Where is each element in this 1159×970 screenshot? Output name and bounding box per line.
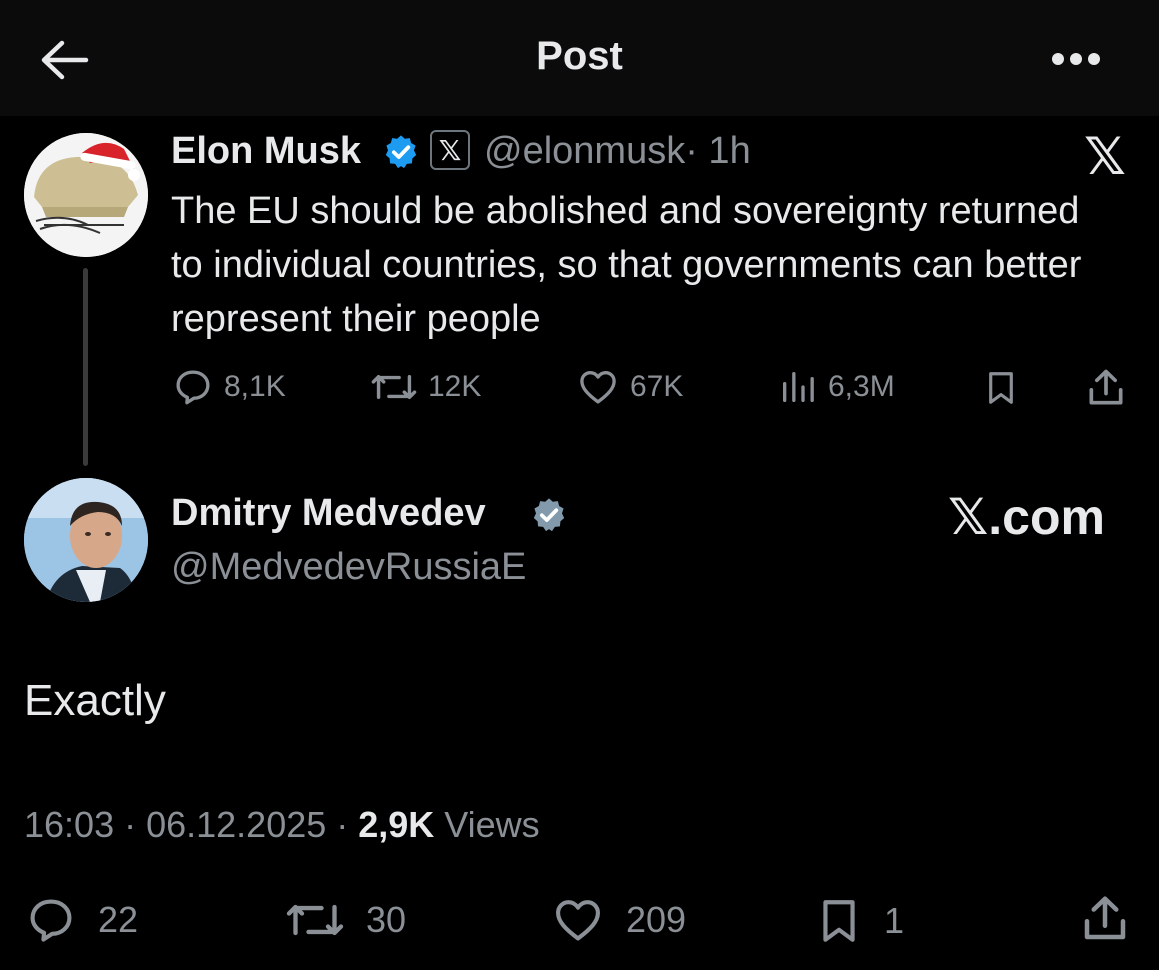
parent-views-button[interactable]: 6,3M	[778, 366, 895, 408]
main-repost-count: 30	[366, 899, 407, 940]
parent-author-name[interactable]: Elon Musk	[171, 130, 361, 173]
more-dot	[1088, 53, 1100, 65]
parent-repost-button[interactable]: 12K	[370, 366, 481, 408]
post-page: Post Elon Musk 𝕏 @elonmusk· 1h 𝕏 The EU …	[0, 0, 1159, 970]
verified-badge-icon	[385, 135, 417, 169]
repost-icon	[371, 375, 417, 399]
post-meta: 16:03 · 06.12.2025 · 2,9K Views	[24, 804, 540, 846]
page-title: Post	[536, 34, 623, 78]
parent-repost-count: 12K	[428, 370, 482, 403]
main-post-text: Exactly	[24, 676, 166, 725]
bookmark-icon	[989, 372, 1013, 404]
x-affiliate-badge: 𝕏	[430, 130, 470, 170]
repost-icon	[286, 904, 344, 936]
share-icon	[1084, 896, 1126, 940]
parent-like-button[interactable]: 67K	[576, 366, 683, 408]
reply-icon	[30, 899, 72, 942]
parent-like-count: 67K	[630, 370, 684, 403]
more-dot	[1070, 53, 1082, 65]
main-bookmark-count: 1	[884, 900, 905, 941]
main-handle[interactable]: @MedvedevRussiaE	[171, 546, 526, 589]
parent-post-text: The EU should be abolished and sovereign…	[171, 190, 1082, 340]
top-bar: Post	[0, 0, 1159, 116]
main-reply-count: 22	[98, 899, 139, 940]
main-action-row: 22 30 209 1	[0, 890, 1159, 948]
avatar-image	[24, 478, 148, 602]
main-bookmark-button[interactable]: 1	[814, 894, 904, 948]
parent-action-row: 8,1K 12K 67K 6,3M	[0, 364, 1159, 412]
views-label: Views	[434, 804, 540, 845]
share-icon	[1089, 369, 1123, 405]
parent-views-count: 6,3M	[828, 370, 895, 403]
main-share-button[interactable]	[1078, 892, 1152, 946]
parent-handle: @elonmusk· 1h	[484, 130, 751, 173]
avatar-image	[24, 133, 148, 257]
main-like-button[interactable]: 209	[550, 894, 686, 946]
main-repost-button[interactable]: 30	[284, 894, 406, 946]
avatar-medvedev[interactable]	[24, 478, 148, 602]
x-com-watermark: 𝕏.com	[948, 489, 1105, 545]
views-count: 2,9K	[358, 804, 435, 845]
x-logo: 𝕏	[1084, 128, 1126, 186]
heart-icon	[580, 370, 616, 404]
parent-reply-count: 8,1K	[224, 370, 286, 403]
main-author-name[interactable]: Dmitry Medvedev	[171, 492, 486, 535]
more-options-button[interactable]	[1046, 46, 1106, 74]
heart-icon	[556, 900, 600, 941]
main-reply-button[interactable]: 22	[24, 894, 138, 946]
verified-gray-badge-icon	[533, 498, 565, 532]
bookmark-icon	[823, 900, 855, 942]
parent-time: · 1h	[685, 130, 751, 172]
post-timestamp[interactable]: 16:03 · 06.12.2025 ·	[24, 804, 358, 845]
more-horizontal-icon	[1052, 53, 1064, 65]
reply-icon	[176, 370, 210, 405]
parent-reply-button[interactable]: 8,1K	[172, 366, 286, 408]
main-like-count: 209	[626, 899, 687, 940]
avatar-elon[interactable]	[24, 133, 148, 257]
parent-handle-text: @elonmusk	[484, 130, 686, 172]
parent-bookmark-button[interactable]	[982, 366, 1030, 410]
parent-share-button[interactable]	[1084, 366, 1138, 410]
analytics-icon	[783, 372, 814, 402]
